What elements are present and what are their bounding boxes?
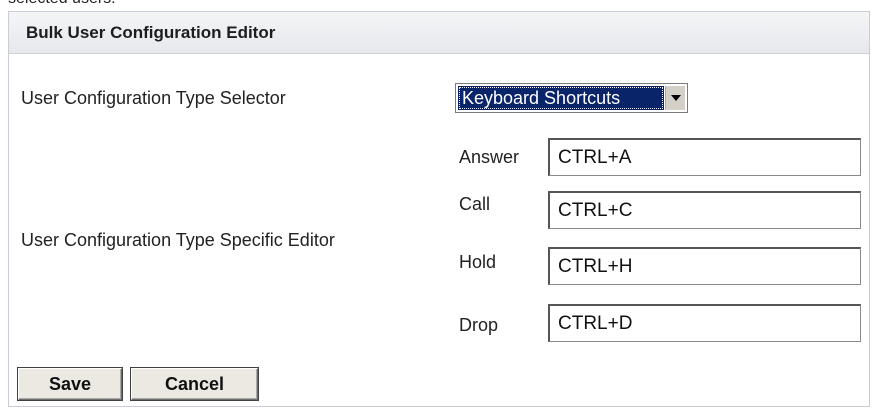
- drop-shortcut-input[interactable]: [548, 304, 861, 342]
- type-editor-label: User Configuration Type Specific Editor: [21, 230, 335, 250]
- hold-shortcut-input[interactable]: [548, 247, 861, 285]
- field-label-answer: Answer: [459, 147, 520, 167]
- type-selector-label: User Configuration Type Selector: [21, 88, 286, 108]
- config-type-selected-value[interactable]: Keyboard Shortcuts: [458, 86, 664, 110]
- call-shortcut-input[interactable]: [548, 191, 861, 229]
- field-label-hold: Hold: [459, 252, 497, 272]
- answer-shortcut-input[interactable]: [548, 138, 861, 176]
- chevron-down-icon[interactable]: [665, 86, 685, 110]
- panel-title: Bulk User Configuration Editor: [26, 23, 276, 42]
- panel-header: Bulk User Configuration Editor: [9, 12, 869, 54]
- cut-off-intro-text: selected users.: [8, 0, 116, 8]
- save-button[interactable]: Save: [18, 368, 122, 400]
- config-type-select[interactable]: Keyboard Shortcuts: [455, 83, 688, 113]
- field-label-drop: Drop: [459, 315, 499, 335]
- cancel-button[interactable]: Cancel: [131, 368, 258, 400]
- field-label-call: Call: [459, 194, 491, 214]
